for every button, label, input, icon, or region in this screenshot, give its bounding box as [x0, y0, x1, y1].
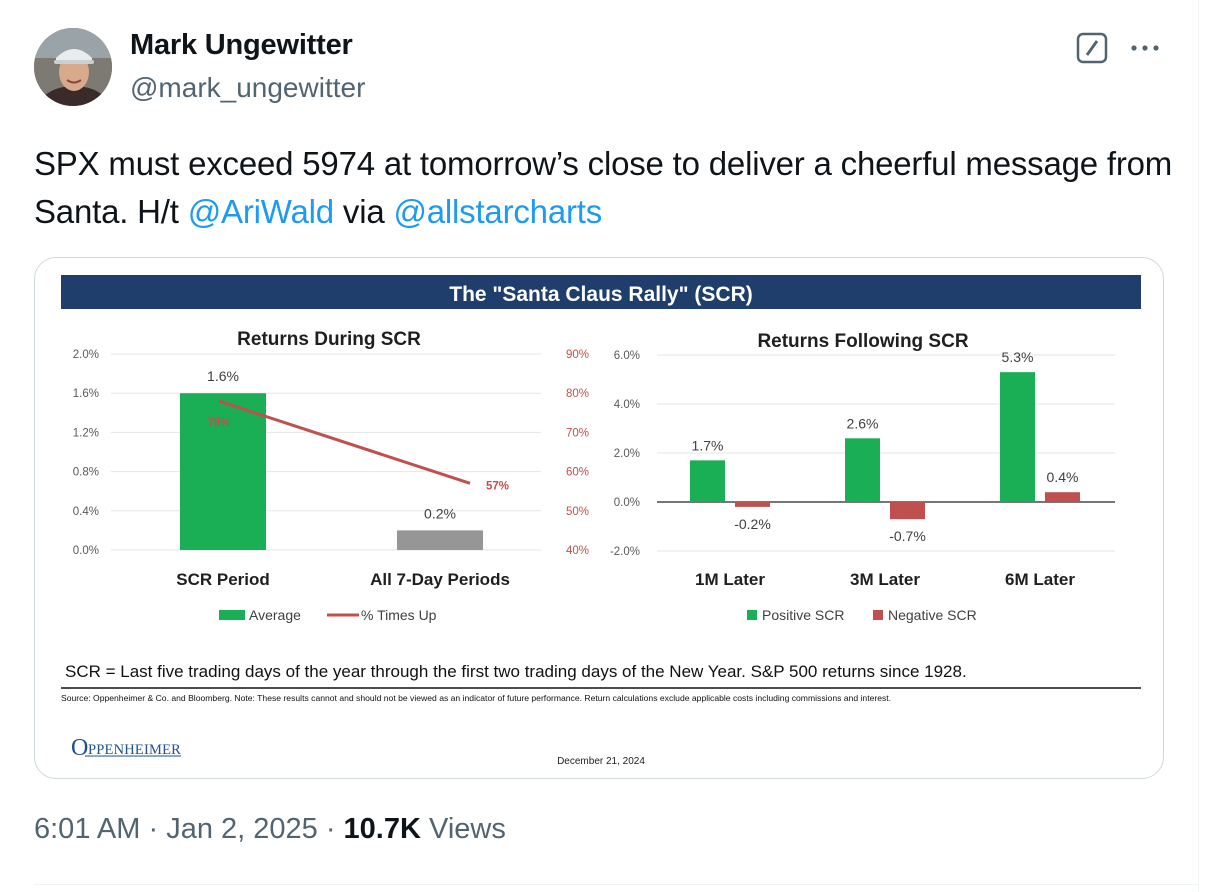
mention-allstarcharts[interactable]: @allstarcharts — [393, 193, 602, 230]
bar — [890, 502, 925, 520]
bar — [397, 530, 483, 550]
bar-value-label: 0.2% — [424, 505, 456, 521]
source-text: Source: Oppenheimer & Co. and Bloomberg.… — [61, 693, 891, 703]
views-label: Views — [420, 813, 506, 845]
bar — [1045, 492, 1080, 502]
right-chart-title: Returns Following SCR — [757, 331, 968, 352]
legend-label: Negative SCR — [888, 607, 977, 623]
meta-separator: · — [317, 813, 344, 845]
grok-icon[interactable] — [1076, 32, 1108, 64]
left-chart-title: Returns During SCR — [237, 329, 421, 350]
x-category-label: All 7-Day Periods — [370, 570, 510, 589]
y2-tick-label: 60% — [566, 467, 589, 479]
y-tick-label: 0.0% — [73, 545, 99, 557]
y-tick-label: 6.0% — [614, 350, 640, 362]
more-icon[interactable] — [1128, 36, 1162, 60]
bottom-divider — [34, 884, 1198, 885]
x-category-label: SCR Period — [176, 570, 270, 589]
logo-o: O — [71, 735, 88, 761]
bar — [1000, 372, 1035, 502]
y-tick-label: 0.0% — [614, 497, 640, 509]
y2-tick-label: 50% — [566, 506, 589, 518]
meta-separator: · — [140, 813, 167, 845]
author-display-name[interactable]: Mark Ungewitter — [130, 29, 353, 62]
legend-label: Average — [249, 607, 301, 623]
line-value-label: 78% — [207, 417, 230, 429]
y-tick-label: 1.2% — [73, 427, 99, 439]
bar-value-label: 1.6% — [207, 368, 239, 384]
tweet-meta: 6:01 AM · Jan 2, 2025 · 10.7K Views — [34, 813, 506, 846]
x-category-label: 6M Later — [1005, 570, 1075, 589]
legend-swatch-negative — [873, 610, 883, 620]
y2-tick-label: 90% — [566, 349, 589, 361]
legend-swatch-positive — [747, 610, 757, 620]
chart-date: December 21, 2024 — [557, 756, 645, 767]
y-tick-label: 4.0% — [614, 399, 640, 411]
y-tick-label: 0.8% — [73, 467, 99, 479]
line-value-label: 57% — [486, 480, 509, 492]
chart-image: The "Santa Claus Rally" (SCR) Returns Du… — [61, 275, 1141, 767]
x-category-label: 1M Later — [695, 570, 765, 589]
chart-returns-following: Returns Following SCR 6.0% 4.0% 2.0% 0.0% -2… — [610, 331, 1115, 623]
definition-text: SCR = Last five trading days of the year… — [65, 662, 967, 681]
legend-label: Positive SCR — [762, 607, 844, 623]
oppenheimer-logo: O PPENHEIMER — [71, 735, 181, 761]
bar-value-label: -0.7% — [889, 528, 926, 544]
avatar[interactable] — [34, 28, 112, 106]
x-category-label: 3M Later — [850, 570, 920, 589]
y-tick-label: -2.0% — [610, 546, 640, 558]
column-divider — [1198, 0, 1199, 892]
avatar-image — [34, 28, 112, 106]
bar-value-label: 0.4% — [1047, 469, 1079, 485]
tweet-text: SPX must exceed 5974 at tomorrow’s close… — [34, 140, 1184, 236]
bar — [735, 502, 770, 507]
y2-tick-label: 80% — [566, 388, 589, 400]
legend-label: % Times Up — [361, 607, 437, 623]
chart-returns-during: Returns During SCR 2.0% 1.6% 1.2% 0.8% 0.4% 0… — [73, 329, 589, 623]
bar-value-label: -0.2% — [734, 516, 771, 532]
y2-tick-label: 70% — [566, 427, 589, 439]
y-tick-label: 0.4% — [73, 506, 99, 518]
mention-ariwald[interactable]: @AriWald — [188, 193, 334, 230]
views-count: 10.7K — [343, 813, 421, 845]
bar-value-label: 5.3% — [1002, 349, 1034, 365]
author-handle[interactable]: @mark_ungewitter — [130, 72, 365, 104]
bar-value-label: 1.7% — [692, 437, 724, 453]
media-card[interactable]: The "Santa Claus Rally" (SCR) Returns Du… — [34, 257, 1164, 779]
legend-swatch-average — [219, 610, 245, 620]
bar — [845, 438, 880, 502]
tweet-text-part2: via — [333, 193, 394, 230]
banner-title: The "Santa Claus Rally" (SCR) — [449, 283, 752, 306]
tweet-time[interactable]: 6:01 AM — [34, 813, 140, 845]
y-tick-label: 2.0% — [614, 448, 640, 460]
y-tick-label: 2.0% — [73, 349, 99, 361]
y-tick-label: 1.6% — [73, 388, 99, 400]
tweet-date[interactable]: Jan 2, 2025 — [166, 813, 318, 845]
y2-tick-label: 40% — [566, 545, 589, 557]
bar — [690, 460, 725, 502]
bar-value-label: 2.6% — [847, 415, 879, 431]
